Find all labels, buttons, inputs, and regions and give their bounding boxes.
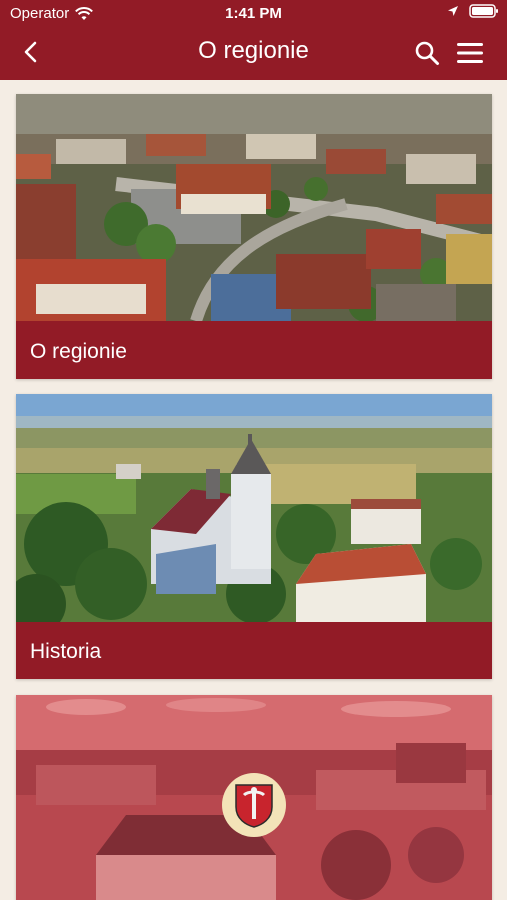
hamburger-menu-icon[interactable] — [455, 40, 485, 66]
card-label: Historia — [30, 640, 102, 663]
battery-icon — [469, 4, 498, 18]
status-time: 1:41 PM — [225, 5, 282, 22]
location-arrow-icon — [448, 6, 458, 16]
card-historia[interactable]: Historia — [16, 394, 492, 679]
status-bar: Operator 1:41 PM — [0, 0, 507, 28]
card-o-regionie[interactable]: O regionie — [16, 94, 492, 379]
coat-of-arms-emblem — [222, 773, 286, 837]
search-icon[interactable] — [414, 40, 440, 66]
status-right — [447, 4, 499, 18]
navigation-bar: O regionie — [0, 28, 507, 78]
card-label: O regionie — [30, 340, 127, 363]
coat-of-arms-icon — [235, 784, 273, 828]
top-bar: Operator 1:41 PM O regionie — [0, 0, 507, 80]
card-town-square[interactable] — [16, 695, 492, 900]
aerial-town-photo — [16, 94, 492, 321]
aerial-church-photo — [16, 394, 492, 622]
